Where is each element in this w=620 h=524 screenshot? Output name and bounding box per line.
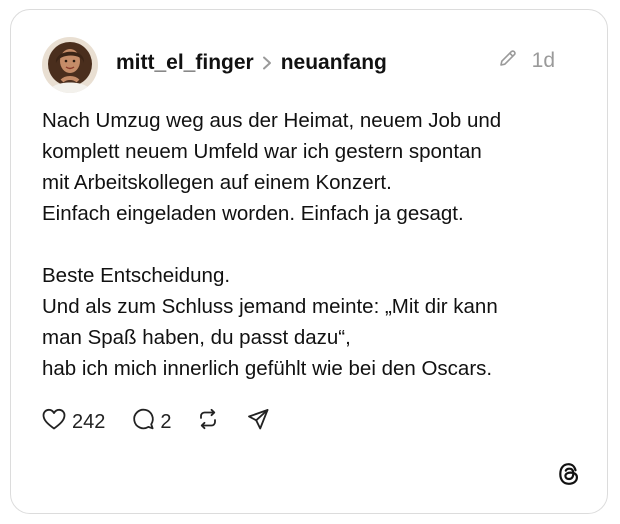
repost-icon <box>196 407 220 437</box>
post-body: Nach Umzug weg aus der Heimat, neuem Job… <box>42 109 502 380</box>
like-button[interactable]: 242 <box>41 407 105 437</box>
repost-button[interactable] <box>196 407 220 437</box>
avatar-image <box>42 37 98 93</box>
post-header: mitt_el_finger neuanfang <box>116 49 387 77</box>
pencil-icon <box>498 48 518 74</box>
speech-bubble-icon <box>131 407 155 437</box>
chevron-right-icon <box>262 56 272 70</box>
post-age: 1d <box>531 49 555 72</box>
heart-icon <box>41 407 67 437</box>
topic-tag[interactable]: neuanfang <box>281 51 387 75</box>
share-button[interactable] <box>246 407 270 437</box>
like-count: 242 <box>72 410 106 433</box>
threads-logo-icon <box>556 461 582 487</box>
send-icon <box>246 407 270 437</box>
reply-button[interactable]: 2 <box>131 407 172 437</box>
avatar[interactable] <box>42 37 98 93</box>
post-meta: 1d <box>498 48 555 74</box>
post-card: mitt_el_finger neuanfang 1d Nach Umzug w… <box>10 9 608 514</box>
action-bar: 242 2 <box>41 408 270 436</box>
author-username[interactable]: mitt_el_finger <box>116 51 254 75</box>
reply-count: 2 <box>160 410 172 433</box>
